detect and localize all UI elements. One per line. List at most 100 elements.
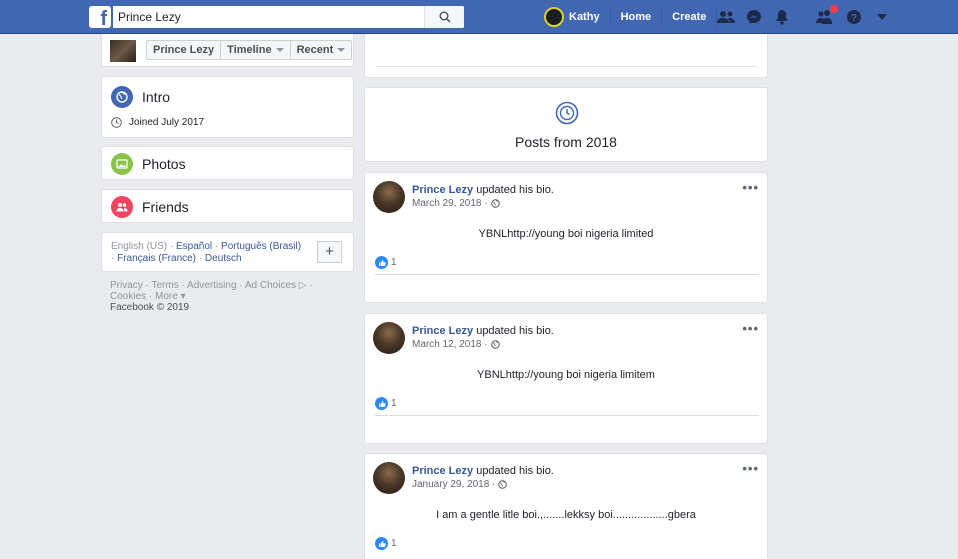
like-count: 1 [391,257,397,268]
post-card: Prince Lezy updated his bio. January 29,… [364,453,768,559]
reaction-summary[interactable]: 1 [375,397,397,410]
post-date-text[interactable]: March 29, 2018 · [412,198,488,209]
post-action: updated his bio. [473,325,554,337]
groups-button[interactable] [812,0,840,34]
friend-requests-button[interactable] [712,0,740,34]
search-input[interactable] [113,6,425,28]
notification-badge [830,5,838,13]
friends-title[interactable]: Friends [111,196,189,218]
post-options-button[interactable]: ••• [742,321,759,336]
user-avatar[interactable] [544,7,564,27]
globe-icon [111,86,133,108]
help-button[interactable]: ? [840,0,868,34]
language-link-pt[interactable]: Português (Brasil) [221,241,301,252]
notifications-button[interactable] [768,0,796,34]
post-avatar[interactable] [373,322,405,354]
help-icon: ? [847,10,861,24]
recent-dropdown[interactable]: Recent [291,41,352,59]
divider [375,415,759,416]
footer-line-1[interactable]: Privacy · Terms · Advertising · Ad Choic… [110,280,350,291]
post-header: Prince Lezy updated his bio. [412,184,554,196]
post-options-button[interactable]: ••• [742,180,759,195]
post-options-button[interactable]: ••• [742,461,759,476]
joined-date: Joined July 2017 [111,117,204,128]
post-date: March 12, 2018 · [412,339,500,350]
like-count: 1 [391,398,397,409]
caret-down-icon [337,48,346,52]
post-body: YBNLhttp://young boi nigeria limitem [477,369,655,381]
profile-sticky-header: Prince Lezy Timeline Recent [101,34,354,67]
photo-icon [111,153,133,175]
home-link[interactable]: Home [611,0,662,34]
post-avatar[interactable] [373,181,405,213]
globe-icon [498,480,508,489]
photos-title-text: Photos [142,156,186,172]
messenger-icon [747,10,761,24]
create-link[interactable]: Create [662,0,716,34]
notifications-icon [776,10,788,25]
post-avatar[interactable] [373,462,405,494]
post-action: updated his bio. [473,465,554,477]
language-list: English (US) · Español · Português (Bras… [111,241,302,264]
intro-title[interactable]: Intro [111,86,170,108]
friends-card[interactable]: Friends [101,189,354,223]
top-navigation-bar: f Kathy Home Create ? [0,0,958,34]
intro-title-text: Intro [142,89,171,105]
reaction-summary[interactable]: 1 [375,537,397,550]
post-body: I am a gentle litle boi.,.......lekksy b… [436,509,696,521]
globe-icon [490,340,500,349]
like-icon [375,537,388,550]
globe-icon [490,199,500,208]
reaction-summary[interactable]: 1 [375,256,397,269]
messenger-button[interactable] [740,0,768,34]
current-language: English (US) · [111,241,177,252]
profile-avatar[interactable] [110,40,136,62]
post-header: Prince Lezy updated his bio. [412,465,554,477]
footer-line-2[interactable]: Cookies · More ▾ [110,291,350,302]
year-section-title: Posts from 2018 [515,134,617,150]
language-link-fr[interactable]: Français (France) [117,253,196,264]
profile-button-group: Prince Lezy Timeline Recent [146,40,353,60]
post-date: January 29, 2018 · [412,479,508,490]
intro-card: Intro Joined July 2017 [101,76,354,138]
caret-down-icon [275,48,284,52]
photos-card[interactable]: Photos [101,146,354,180]
friends-title-text: Friends [142,199,189,215]
profile-name-button[interactable]: Prince Lezy [147,41,222,59]
profile-link[interactable]: Kathy [569,0,610,34]
search-box [113,6,464,28]
post-header: Prince Lezy updated his bio. [412,325,554,337]
profile-name: Prince Lezy [153,44,215,56]
add-language-button[interactable]: + [317,241,342,263]
search-button[interactable] [424,6,464,28]
post-card: Prince Lezy updated his bio. March 29, 2… [364,172,768,303]
recent-label: Recent [296,44,334,56]
chevron-down-icon [877,14,887,20]
nav-icons: ? [712,0,896,34]
clock-icon [111,117,122,128]
svg-text:?: ? [851,13,857,24]
post-author-link[interactable]: Prince Lezy [412,184,473,196]
timeline-label: Timeline [227,44,272,56]
post-date-text[interactable]: March 12, 2018 · [412,339,488,350]
post-date-text[interactable]: January 29, 2018 · [412,479,495,490]
facebook-logo[interactable]: f [89,6,111,28]
post-date: March 29, 2018 · [412,198,500,209]
post-author-link[interactable]: Prince Lezy [412,465,473,477]
divider [375,274,759,275]
clock-icon [555,101,579,125]
account-menu-button[interactable] [868,0,896,34]
timeline-dropdown[interactable]: Timeline [221,41,291,59]
search-icon [439,11,451,23]
language-link-es[interactable]: Español [176,241,212,252]
language-link-de[interactable]: Deutsch [205,253,242,264]
friend-requests-icon [717,11,735,23]
footer-links: Privacy · Terms · Advertising · Ad Choic… [110,280,350,313]
friends-icon [111,196,133,218]
photos-title[interactable]: Photos [111,153,186,175]
previous-content-card [364,34,768,78]
divider [375,66,757,67]
post-author-link[interactable]: Prince Lezy [412,325,473,337]
language-card: English (US) · Español · Português (Bras… [101,232,354,272]
like-count: 1 [391,538,397,549]
